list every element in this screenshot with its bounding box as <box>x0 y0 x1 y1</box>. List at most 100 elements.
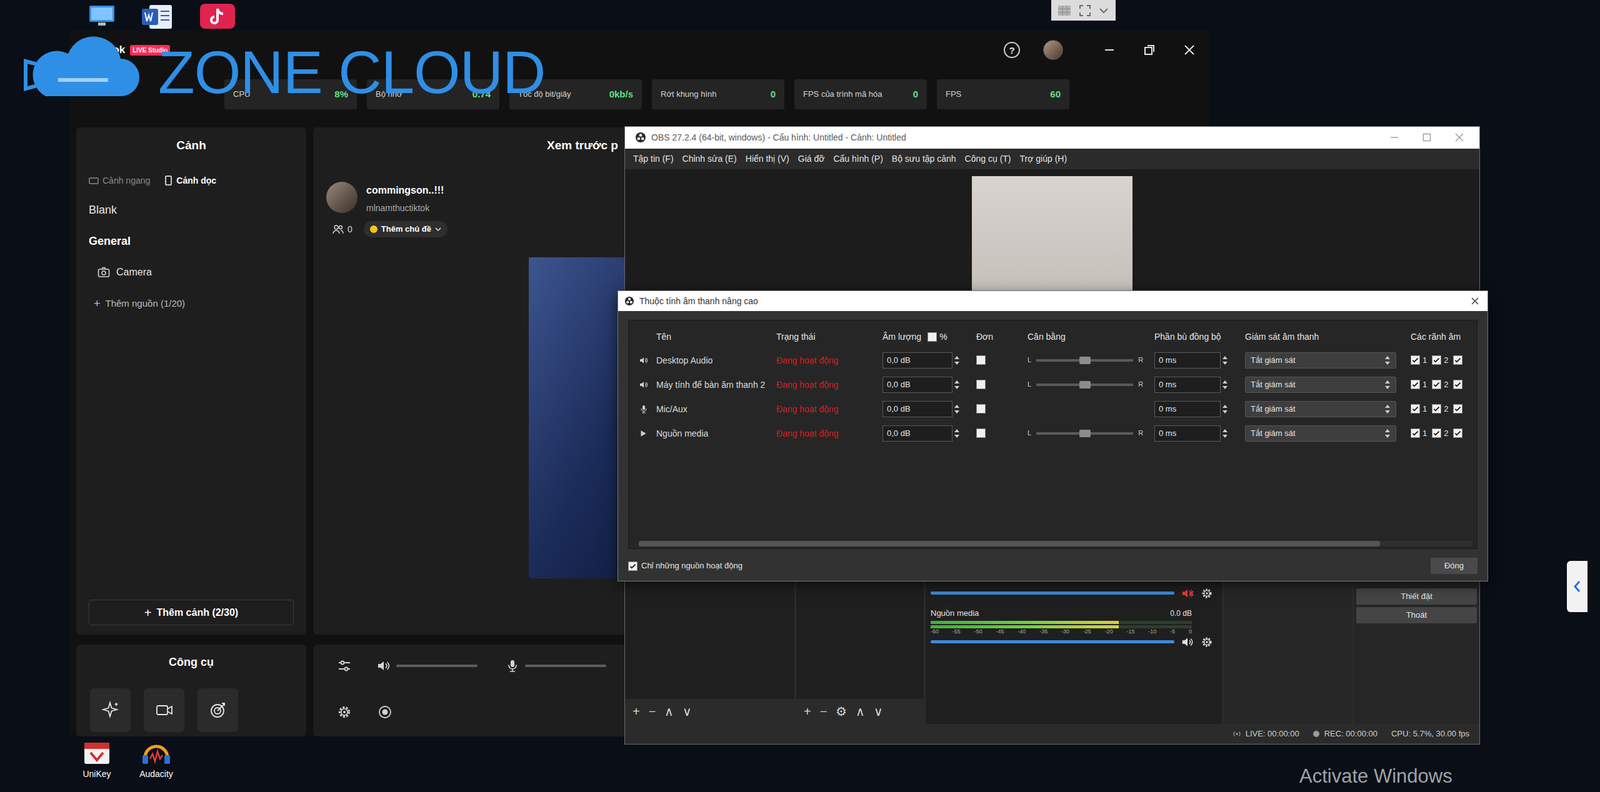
checkbox[interactable] <box>976 428 986 439</box>
sync-offset-input[interactable]: 0 ms <box>1154 401 1221 418</box>
sync-offset-value[interactable]: 0 ms <box>1158 378 1177 392</box>
active-only-toggle[interactable]: Chỉ những nguồn hoạt động <box>628 560 743 573</box>
scrollbar-thumb[interactable] <box>638 541 1380 547</box>
dock-tool-button[interactable]: ⚙ <box>835 705 847 719</box>
volume-input[interactable]: 0,0 dB <box>882 401 953 418</box>
control-button-label[interactable]: Thoát <box>1406 609 1427 622</box>
volume-slider[interactable] <box>930 640 1175 644</box>
settings-button[interactable] <box>336 705 352 720</box>
menu-item[interactable]: Công cụ (T) <box>965 152 1012 166</box>
volume-input[interactable]: 0,0 dB <box>882 376 953 394</box>
checkbox[interactable] <box>1453 355 1463 365</box>
menu-item[interactable]: Tập tin (F) <box>633 152 674 166</box>
this-pc-shortcut[interactable] <box>86 3 117 29</box>
mute-button[interactable] <box>1180 635 1195 650</box>
plus-icon[interactable]: + <box>144 603 152 623</box>
balance-slider[interactable] <box>1036 383 1134 387</box>
add-source-button[interactable]: +Thêm nguồn (1/20) <box>88 293 294 315</box>
profile-avatar[interactable] <box>1043 40 1064 60</box>
shortcut-label[interactable]: Audacity <box>139 768 174 782</box>
checkbox[interactable] <box>1431 380 1442 390</box>
speaker-slider[interactable] <box>396 665 478 668</box>
topic-label[interactable]: Thêm chủ đề <box>381 223 432 236</box>
monitoring-dropdown[interactable]: Tắt giám sát <box>1245 376 1397 394</box>
tab-label[interactable]: Cảnh dọc <box>176 174 217 188</box>
dialog-close-button[interactable] <box>1470 296 1480 307</box>
menu-item[interactable]: Hiển thị (V) <box>745 152 790 166</box>
monitoring-value[interactable]: Tắt giám sát <box>1250 427 1296 440</box>
dock-tool-button[interactable]: + <box>632 705 640 719</box>
balance-slider[interactable] <box>1036 432 1134 435</box>
dock-tool-button[interactable]: − <box>648 705 657 719</box>
dock-tool-button[interactable]: ∨ <box>682 705 692 719</box>
volume-spin-button[interactable] <box>953 403 960 416</box>
tab-label[interactable]: Cảnh ngang <box>102 174 150 188</box>
dock-tool-button[interactable]: ∧ <box>664 705 674 719</box>
menu-item[interactable]: Trợ giúp (H) <box>1020 152 1068 166</box>
balance-handle[interactable] <box>1079 430 1091 438</box>
dock-tool-button[interactable]: − <box>820 705 828 719</box>
menu-item[interactable]: Chỉnh sửa (E) <box>682 152 737 166</box>
scene-label[interactable]: Blank <box>88 201 117 219</box>
desktop-shortcut[interactable]: UniKey <box>73 741 121 782</box>
maximize-button[interactable] <box>1141 42 1157 58</box>
dock-tool-button[interactable]: ∨ <box>873 705 884 719</box>
sync-offset-value[interactable]: 0 ms <box>1158 403 1177 416</box>
word-shortcut[interactable] <box>140 3 174 30</box>
goal-tool-button[interactable] <box>197 688 239 733</box>
audio-settings-button[interactable] <box>336 658 352 674</box>
close-button[interactable] <box>1181 42 1197 58</box>
volume-spin-button[interactable] <box>953 354 960 367</box>
volume-value[interactable]: 0,0 dB <box>886 403 911 416</box>
sync-spin-button[interactable] <box>1221 354 1229 367</box>
plus-icon[interactable]: + <box>93 295 101 313</box>
monitoring-value[interactable]: Tắt giám sát <box>1250 354 1296 367</box>
volume-slider[interactable] <box>930 591 1175 595</box>
checkbox[interactable] <box>1453 404 1463 414</box>
balance-handle[interactable] <box>1079 356 1091 365</box>
monitoring-dropdown[interactable]: Tắt giám sát <box>1245 425 1397 442</box>
checkbox[interactable] <box>1410 404 1420 414</box>
checkbox[interactable] <box>1410 380 1420 390</box>
help-button[interactable]: ? <box>1003 41 1020 59</box>
tiktok-studio-shortcut[interactable] <box>198 2 237 30</box>
dock-tool-button[interactable]: ∧ <box>855 705 865 719</box>
sync-spin-button[interactable] <box>1221 378 1229 392</box>
volume-spin-button[interactable] <box>953 427 960 440</box>
add-scene-button[interactable]: +Thêm cảnh (2/30) <box>88 600 294 626</box>
control-button[interactable]: Thoát <box>1356 607 1477 624</box>
percent-label[interactable]: % <box>939 330 947 344</box>
source-label[interactable]: Camera <box>116 265 152 280</box>
mixer-settings-button[interactable] <box>1200 636 1214 649</box>
monitoring-dropdown[interactable]: Tắt giám sát <box>1245 352 1397 369</box>
mixer-settings-button[interactable] <box>1200 587 1214 600</box>
monitoring-dropdown[interactable]: Tắt giám sát <box>1245 401 1397 418</box>
volume-input[interactable]: 0,0 dB <box>882 352 953 369</box>
volume-value[interactable]: 0,0 dB <box>886 354 911 367</box>
effects-tool-button[interactable] <box>90 688 131 733</box>
checkbox[interactable] <box>976 355 986 365</box>
add-scene-label[interactable]: Thêm cảnh (2/30) <box>156 605 239 621</box>
menu-item[interactable]: Bộ sưu tập cảnh <box>891 152 957 166</box>
volume-value[interactable]: 0,0 dB <box>886 378 911 392</box>
video-tool-button[interactable] <box>143 688 185 733</box>
menu-item[interactable]: Cấu hình (P) <box>833 152 883 166</box>
scene-label[interactable]: General <box>88 233 131 250</box>
volume-input[interactable]: 0,0 dB <box>882 425 953 442</box>
volume-spin-button[interactable] <box>953 378 960 392</box>
mic-slider[interactable] <box>525 665 607 668</box>
add-source-label[interactable]: Thêm nguồn (1/20) <box>105 296 186 312</box>
sync-spin-button[interactable] <box>1221 427 1229 440</box>
checkbox[interactable] <box>927 332 937 342</box>
checkbox[interactable] <box>628 561 638 572</box>
sync-offset-input[interactable]: 0 ms <box>1154 352 1221 369</box>
checkbox[interactable] <box>1431 428 1442 439</box>
horizontal-scrollbar[interactable] <box>638 541 1472 547</box>
checkbox[interactable] <box>1453 380 1463 390</box>
control-button-label[interactable]: Thiết đặt <box>1400 590 1433 604</box>
menu-item[interactable]: Giá đỡ <box>798 152 825 166</box>
checkbox[interactable] <box>1410 428 1420 439</box>
dock-tool-button[interactable]: + <box>803 705 812 719</box>
sync-offset-value[interactable]: 0 ms <box>1158 427 1177 440</box>
scene-item[interactable]: General <box>88 230 294 252</box>
